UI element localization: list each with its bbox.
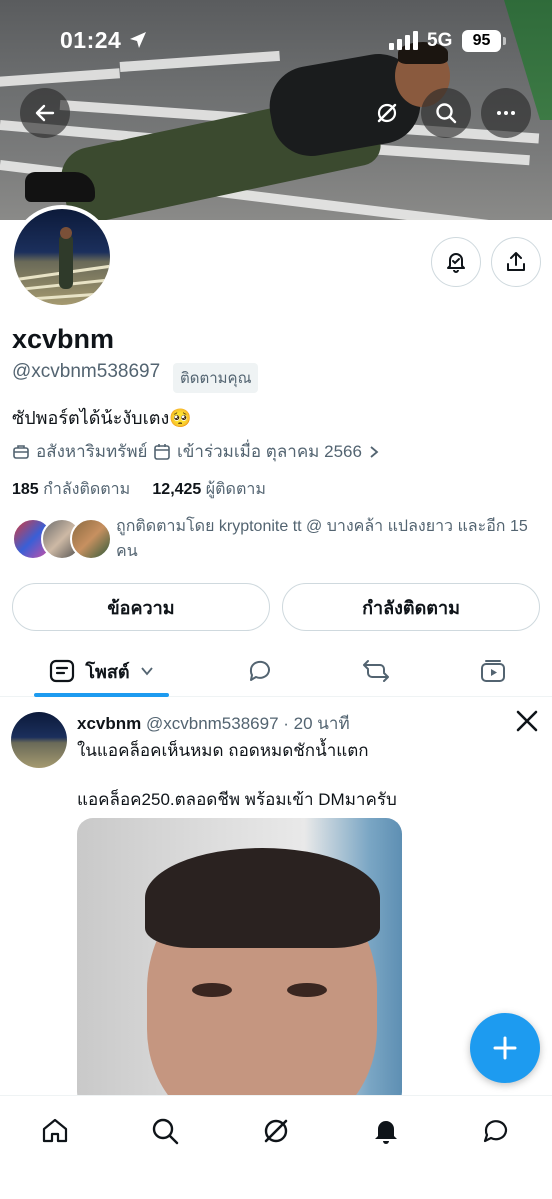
compose-button[interactable] [470, 1013, 540, 1083]
bottom-navigation [0, 1095, 552, 1199]
post-image[interactable] [77, 818, 402, 1108]
back-arrow-icon [35, 104, 55, 122]
search-button[interactable] [421, 88, 471, 138]
follow-counts: 185 กำลังติดตาม 12,425 ผู้ติดตาม [12, 477, 266, 502]
share-icon [507, 252, 525, 271]
followed-by-avatars[interactable] [12, 518, 112, 564]
followed-by-text[interactable]: ถูกติดตามโดย kryptonite tt @ บางคล้า แปล… [116, 514, 536, 564]
network-type: 5G [427, 30, 453, 51]
following-count: 185 [12, 481, 39, 498]
post-avatar[interactable] [11, 712, 67, 768]
repost-icon [363, 660, 389, 682]
posts-icon [50, 659, 75, 683]
follower-avatar [70, 518, 112, 560]
bell-check-icon [447, 253, 465, 273]
nav-notifications[interactable] [356, 1111, 416, 1151]
chevron-right-icon [370, 445, 379, 458]
status-bar: 01:24 5G 95 [0, 0, 552, 80]
more-button[interactable] [481, 88, 531, 138]
followers-count: 12,425 [152, 481, 202, 498]
nav-home[interactable] [25, 1111, 85, 1151]
battery-icon: 95 [462, 30, 501, 52]
profile-category: อสังหาริมทรัพย์ [12, 438, 147, 465]
location-arrow-icon [128, 30, 148, 55]
following-label: กำลังติดตาม [43, 481, 131, 498]
nav-search[interactable] [135, 1111, 195, 1151]
battery-tip [503, 37, 506, 45]
profile-avatar[interactable] [10, 205, 114, 309]
grok-icon [264, 1119, 288, 1143]
grok-icon [377, 103, 397, 123]
post-author-handle: @xcvbnm538697 [145, 714, 279, 733]
more-dots-icon [497, 111, 515, 115]
calendar-icon [154, 443, 170, 460]
profile-bio: ซัปพอร์ตได้น้ะงับเตง🥺 [12, 408, 192, 428]
plus-icon [493, 1036, 517, 1060]
profile-tabs: โพสต์ [0, 645, 552, 697]
grok-button[interactable] [362, 88, 412, 138]
category-label: อสังหาริมทรัพย์ [36, 442, 148, 461]
following-button[interactable]: กำลังติดตาม [282, 583, 540, 631]
search-icon [152, 1118, 179, 1145]
status-time: 01:24 [60, 27, 122, 53]
notify-button[interactable] [431, 237, 481, 287]
post-text-line1: ในแอคล็อคเห็นหมด ถอดหมดชักน้ำแตก [77, 741, 369, 760]
profile-name: xcvbnm [12, 324, 115, 354]
follows-you-badge: ติดตามคุณ [173, 363, 259, 393]
tab-posts-label: โพสต์ [85, 661, 130, 682]
home-icon [42, 1118, 68, 1143]
cellular-signal-icon [389, 30, 418, 50]
messages-icon [483, 1120, 508, 1143]
tab-posts[interactable]: โพสต์ [34, 645, 169, 697]
back-button[interactable] [20, 88, 70, 138]
post-time: · 20 นาที [283, 714, 350, 733]
chevron-down-icon [140, 667, 153, 676]
nav-grok[interactable] [246, 1111, 306, 1151]
tab-media[interactable] [463, 645, 523, 697]
reply-icon [249, 660, 270, 681]
notifications-icon [375, 1121, 397, 1144]
active-tab-indicator [34, 693, 169, 697]
following-link[interactable]: 185 กำลังติดตาม [12, 481, 130, 498]
followers-label: ผู้ติดตาม [205, 481, 266, 498]
share-button[interactable] [491, 237, 541, 287]
followers-link[interactable]: 12,425 ผู้ติดตาม [152, 481, 265, 498]
x-logo-icon [516, 710, 538, 737]
tab-reposts[interactable] [346, 645, 406, 697]
briefcase-icon [13, 444, 29, 459]
profile-handle: @xcvbnm538697 [12, 361, 161, 382]
post-header: xcvbnm @xcvbnm538697 · 20 นาที [77, 710, 350, 737]
tab-replies[interactable] [230, 645, 290, 697]
profile-joined[interactable]: เข้าร่วมเมื่อ ตุลาคม 2566 [153, 438, 380, 465]
joined-label: เข้าร่วมเมื่อ ตุลาคม 2566 [177, 442, 362, 461]
media-icon [481, 660, 505, 682]
search-icon [436, 103, 457, 124]
post-text-line2: แอคล็อค250.ตลอดชีพ พร้อมเข้า DMมาครับ [77, 790, 397, 809]
nav-messages[interactable] [466, 1111, 526, 1151]
message-button[interactable]: ข้อความ [12, 583, 270, 631]
post-author-name[interactable]: xcvbnm [77, 714, 141, 733]
